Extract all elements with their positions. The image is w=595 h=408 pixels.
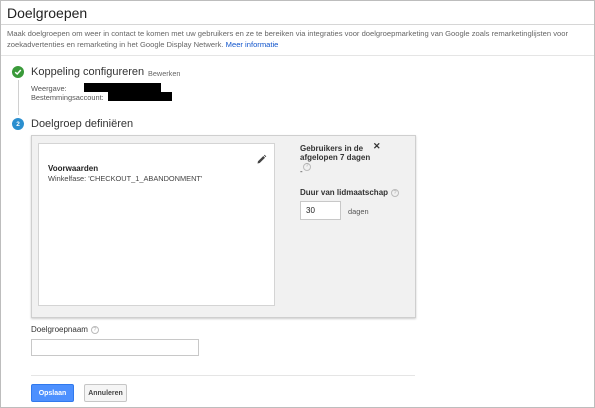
audience-name-label: Doelgroepnaam? <box>31 325 99 334</box>
edit-link[interactable]: Bewerken <box>148 69 180 78</box>
pencil-icon[interactable] <box>256 152 267 164</box>
check-icon <box>12 66 24 78</box>
help-icon[interactable]: ? <box>303 162 311 171</box>
duration-input[interactable] <box>300 201 341 220</box>
intro-text: Maak doelgroepen om weer in contact te k… <box>7 28 589 50</box>
intro-divider <box>1 55 594 56</box>
audience-name-input[interactable] <box>31 339 199 356</box>
duration-unit: dagen <box>348 207 369 216</box>
conditions-card: Voorwaarden Winkelfase: 'CHECKOUT_1_ABAN… <box>38 143 275 306</box>
users-label-text: Gebruikers in de afgelopen 7 dagen <box>300 144 371 162</box>
help-icon[interactable]: ? <box>90 325 99 334</box>
step2-title: Doelgroep definiëren <box>31 118 134 130</box>
step2-number-icon: 2 <box>12 118 24 130</box>
destination-account-label: Bestemmingsaccount: <box>31 93 104 102</box>
users-label: Gebruikers in de afgelopen 7 dagen? <box>300 144 380 171</box>
step-connector <box>17 80 19 115</box>
duration-label-text: Duur van lidmaatschap <box>300 188 389 197</box>
audience-name-label-text: Doelgroepnaam <box>31 325 88 334</box>
view-label: Weergave: <box>31 84 67 93</box>
users-value: - <box>300 167 303 176</box>
save-button[interactable]: Opslaan <box>31 384 74 402</box>
duration-label: Duur van lidmaatschap? <box>300 188 400 197</box>
step1-title: Koppeling configureren <box>31 66 145 78</box>
intro-description: Maak doelgroepen om weer in contact te k… <box>7 29 568 49</box>
cancel-button[interactable]: Annuleren <box>84 384 127 402</box>
conditions-title: Voorwaarden <box>48 164 99 173</box>
conditions-text: Winkelfase: 'CHECKOUT_1_ABANDONMENT' <box>48 174 203 183</box>
more-info-link[interactable]: Meer informatie <box>226 40 279 49</box>
audience-definition-panel: Voorwaarden Winkelfase: 'CHECKOUT_1_ABAN… <box>31 135 416 318</box>
title-divider <box>1 24 594 25</box>
help-icon[interactable]: ? <box>391 188 400 197</box>
actions-divider <box>31 375 415 376</box>
redacted-account-value <box>108 92 172 101</box>
page-title: Doelgroepen <box>7 5 88 21</box>
redacted-view-value <box>84 83 161 92</box>
